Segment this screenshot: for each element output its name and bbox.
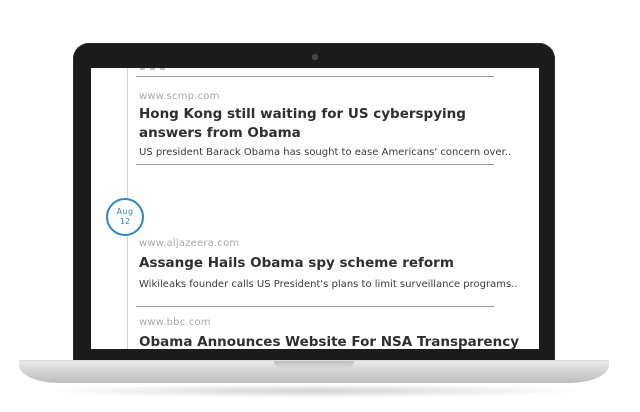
news-source[interactable]: www.scmp.com bbox=[139, 91, 531, 102]
divider bbox=[136, 306, 494, 307]
date-badge-month: Aug bbox=[116, 207, 134, 216]
divider bbox=[136, 76, 494, 77]
divider bbox=[136, 164, 494, 165]
news-item[interactable]: www.aljazeera.com Assange Hails Obama sp… bbox=[139, 238, 531, 290]
news-summary: US president Barack Obama has sought to … bbox=[139, 147, 512, 158]
news-summary: Wikileaks founder calls US President's p… bbox=[139, 279, 518, 290]
laptop-shadow bbox=[40, 384, 588, 398]
laptop-frame: ▪ ▪ ▪ www.scmp.com Hong Kong still waiti… bbox=[0, 0, 640, 412]
news-headline[interactable]: Hong Kong still waiting for US cyberspyi… bbox=[139, 105, 514, 143]
news-headline[interactable]: Assange Hails Obama spy scheme reform bbox=[139, 254, 531, 273]
date-badge-day: 12 bbox=[119, 217, 131, 226]
laptop-notch bbox=[274, 361, 354, 368]
news-source[interactable]: www.aljazeera.com bbox=[139, 238, 531, 249]
laptop-screen: ▪ ▪ ▪ www.scmp.com Hong Kong still waiti… bbox=[91, 68, 539, 349]
news-source[interactable]: www.bbc.com bbox=[139, 317, 531, 328]
news-headline[interactable]: Obama Announces Website For NSA Transpar… bbox=[139, 333, 531, 349]
camera-icon bbox=[312, 54, 318, 60]
news-item[interactable]: www.bbc.com Obama Announces Website For … bbox=[139, 317, 531, 349]
news-item[interactable]: www.scmp.com Hong Kong still waiting for… bbox=[139, 91, 531, 158]
previous-summary-fragment: ▪ ▪ ▪ bbox=[139, 68, 166, 73]
date-badge: Aug 12 bbox=[106, 198, 144, 236]
